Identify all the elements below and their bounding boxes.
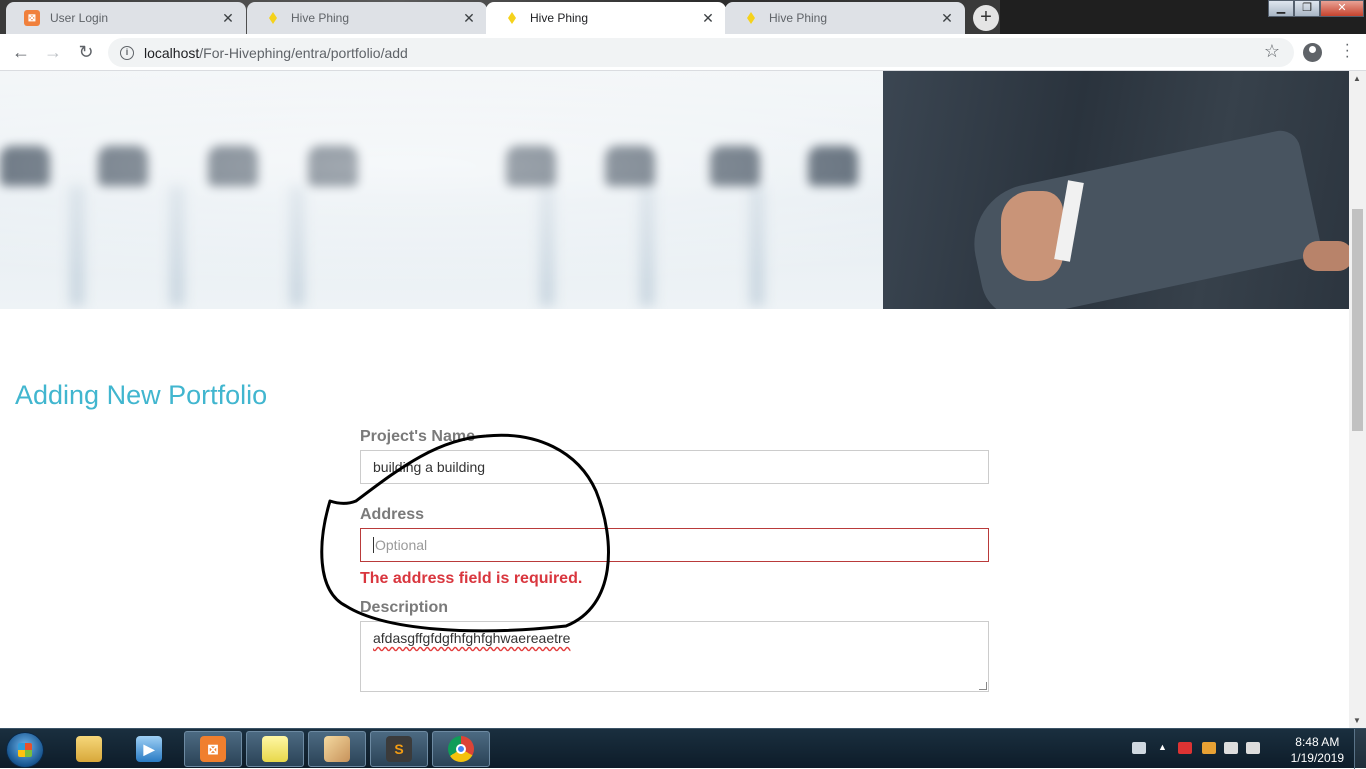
hive-icon bbox=[504, 10, 520, 26]
show-hidden-icons-icon[interactable]: ▲ bbox=[1158, 742, 1167, 754]
tab-hive-phing-3[interactable]: Hive Phing ✕ bbox=[725, 2, 965, 34]
url-path: /For-Hivephing/entra/portfolio/add bbox=[199, 44, 408, 61]
description-textarea[interactable]: afdasgffgfdgfhfghfghwaereaetre bbox=[360, 621, 989, 692]
scroll-down-arrow-icon[interactable]: ▼ bbox=[1353, 716, 1361, 725]
xampp-icon: ⊠ bbox=[200, 736, 226, 762]
resize-handle-icon[interactable] bbox=[979, 682, 987, 690]
project-name-label: Project's Name bbox=[360, 428, 475, 445]
page-title: Adding New Portfolio bbox=[15, 380, 268, 410]
description-value: afdasgffgfdgfhfghfghwaereaetre bbox=[373, 630, 571, 646]
close-icon[interactable]: ✕ bbox=[700, 10, 716, 27]
bookmark-star-icon[interactable]: ☆ bbox=[1264, 41, 1280, 62]
tab-label: Hive Phing bbox=[291, 11, 350, 25]
tab-label: Hive Phing bbox=[769, 11, 828, 25]
tab-user-login[interactable]: ⊠ User Login ✕ bbox=[6, 2, 246, 34]
tab-label: User Login bbox=[50, 11, 109, 25]
system-tray: ▲ 8:48 AM 1/19/2019 bbox=[1126, 729, 1366, 769]
taskbar-sticky-notes[interactable] bbox=[246, 731, 304, 767]
page-scrollbar[interactable]: ▲ ▼ bbox=[1349, 71, 1366, 728]
project-name-input[interactable]: building a building bbox=[360, 450, 989, 484]
window-close-button[interactable]: ✕ bbox=[1320, 0, 1364, 17]
window-controls: ▁ ❐ ✕ bbox=[1268, 0, 1364, 17]
xampp-icon: ⊠ bbox=[24, 10, 40, 26]
menu-kebab-icon[interactable]: · · · bbox=[1345, 37, 1350, 65]
keyboard-icon[interactable] bbox=[1132, 742, 1146, 754]
taskbar-explorer[interactable] bbox=[60, 731, 118, 767]
businessman-photo bbox=[883, 71, 1349, 309]
tab-strip: ⊠ User Login ✕ Hive Phing ✕ Hive Phing ✕… bbox=[0, 0, 1366, 34]
address-placeholder: Optional bbox=[373, 537, 428, 553]
hive-icon bbox=[265, 10, 281, 26]
description-label: Description bbox=[360, 599, 449, 616]
show-desktop-button[interactable] bbox=[1354, 729, 1366, 769]
taskbar-chrome[interactable] bbox=[432, 731, 490, 767]
media-player-icon: ▶ bbox=[136, 736, 162, 762]
power-icon[interactable] bbox=[1202, 742, 1216, 754]
taskbar-media-player[interactable]: ▶ bbox=[120, 731, 178, 767]
page-viewport: Adding New Portfolio Project's Name buil… bbox=[0, 71, 1366, 728]
address-bar[interactable]: i localhost/For-Hivephing/entra/portfoli… bbox=[108, 38, 1294, 67]
folder-icon bbox=[76, 736, 102, 762]
portfolio-form: Project's Name building a building Addre… bbox=[360, 428, 989, 692]
windows-taskbar: ▶ ⊠ S ▲ 8:48 AM 1/19/2019 bbox=[0, 728, 1366, 769]
browser-toolbar: ← → ↻ i localhost/For-Hivephing/entra/po… bbox=[0, 34, 1366, 71]
sticky-notes-icon bbox=[262, 736, 288, 762]
sublime-text-icon: S bbox=[386, 736, 412, 762]
volume-icon[interactable] bbox=[1246, 742, 1260, 754]
taskbar-sublime-text[interactable]: S bbox=[370, 731, 428, 767]
chrome-icon bbox=[448, 736, 474, 762]
address-error-message: The address field is required. bbox=[360, 570, 583, 587]
new-tab-button[interactable]: + bbox=[973, 5, 999, 31]
profile-icon[interactable] bbox=[1303, 43, 1322, 62]
clock-date: 1/19/2019 bbox=[1290, 751, 1344, 765]
close-icon[interactable]: ✕ bbox=[939, 10, 955, 27]
system-clock[interactable]: 8:48 AM 1/19/2019 bbox=[1291, 734, 1344, 766]
paint-palette-icon bbox=[324, 736, 350, 762]
close-icon[interactable]: ✕ bbox=[220, 10, 236, 27]
info-icon[interactable]: i bbox=[120, 45, 134, 60]
address-label: Address bbox=[360, 506, 425, 523]
forward-arrow-icon[interactable]: → bbox=[42, 42, 64, 64]
minimize-button[interactable]: ▁ bbox=[1268, 0, 1294, 17]
hero-banner-image bbox=[0, 71, 1349, 309]
url-host: localhost bbox=[144, 44, 200, 61]
address-input[interactable]: Optional bbox=[360, 528, 989, 562]
taskbar-paint[interactable] bbox=[308, 731, 366, 767]
back-arrow-icon[interactable]: ← bbox=[10, 42, 32, 64]
tab-label: Hive Phing bbox=[530, 11, 589, 25]
network-icon[interactable] bbox=[1224, 742, 1238, 754]
reload-icon[interactable]: ↻ bbox=[75, 42, 97, 64]
tab-hive-phing-active[interactable]: Hive Phing ✕ bbox=[486, 2, 726, 34]
clock-time: 8:48 AM bbox=[1295, 735, 1340, 749]
action-center-flag-icon[interactable] bbox=[1178, 742, 1192, 754]
tab-hive-phing-1[interactable]: Hive Phing ✕ bbox=[247, 2, 487, 34]
scroll-up-arrow-icon[interactable]: ▲ bbox=[1353, 74, 1361, 83]
scrollbar-thumb[interactable] bbox=[1352, 209, 1363, 431]
close-icon[interactable]: ✕ bbox=[461, 10, 477, 27]
start-button[interactable] bbox=[6, 732, 44, 768]
project-name-value: building a building bbox=[373, 459, 486, 475]
maximize-button[interactable]: ❐ bbox=[1294, 0, 1320, 17]
taskbar-xampp[interactable]: ⊠ bbox=[184, 731, 242, 767]
hive-icon bbox=[743, 10, 759, 26]
